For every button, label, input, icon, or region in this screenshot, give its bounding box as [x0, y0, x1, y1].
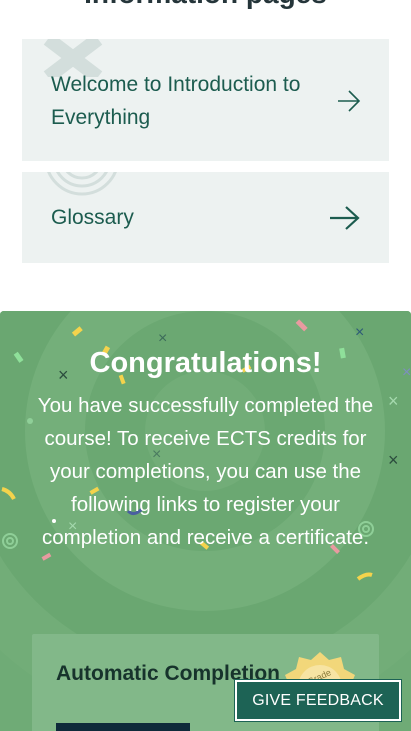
arrow-right-icon: [330, 206, 360, 230]
info-page-link-glossary[interactable]: Glossary: [22, 172, 389, 263]
info-page-label: Welcome to Introduction to Everything: [51, 73, 301, 129]
congratulations-message: You have successfully completed the cour…: [37, 394, 374, 549]
page-title: Information pages: [0, 0, 411, 10]
congratulations-heading: Congratulations!: [89, 347, 322, 379]
info-page-link-welcome[interactable]: Welcome to Introduction to Everything: [22, 39, 389, 161]
svg-text:×: ×: [388, 391, 399, 411]
register-completion-button[interactable]: [56, 723, 190, 731]
svg-text:×: ×: [388, 450, 399, 470]
svg-text:×: ×: [355, 324, 364, 341]
arrow-right-icon: [338, 90, 361, 112]
info-page-label: Glossary: [51, 206, 134, 229]
give-feedback-button[interactable]: GIVE FEEDBACK: [234, 679, 402, 722]
congratulations-panel: × × × × × × × × Congratulations! You hav…: [0, 311, 411, 731]
svg-text:×: ×: [158, 330, 167, 347]
